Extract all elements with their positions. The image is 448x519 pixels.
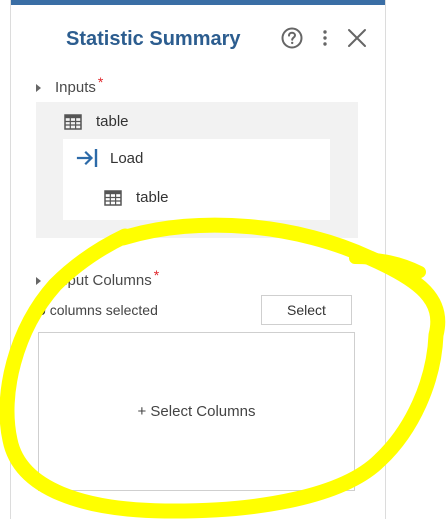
required-marker: * <box>153 266 160 283</box>
required-marker: * <box>97 73 104 90</box>
help-circle-icon[interactable] <box>281 27 303 49</box>
table-grid-icon <box>104 189 122 206</box>
select-columns-area[interactable]: + Select Columns <box>38 332 355 491</box>
load-table-label: table <box>136 189 169 206</box>
input-table-row[interactable]: table <box>64 113 129 130</box>
load-label: Load <box>110 149 144 167</box>
columns-selected-text: columns selected <box>49 302 158 318</box>
panel-right-border <box>385 0 386 519</box>
inputs-section-toggle[interactable]: Inputs * <box>36 74 103 96</box>
table-grid-icon <box>64 113 82 130</box>
columns-selected-status: 0 columns selected <box>38 302 158 318</box>
caret-right-icon <box>36 276 41 285</box>
panel-accent-bar <box>11 0 385 5</box>
select-columns-button[interactable]: Select <box>261 295 352 325</box>
input-table-label: table <box>96 113 129 130</box>
panel-left-border <box>10 0 11 519</box>
input-columns-section-toggle[interactable]: Input Columns * <box>36 267 159 289</box>
close-icon[interactable] <box>346 27 368 49</box>
more-vertical-icon[interactable] <box>318 27 332 49</box>
select-columns-link[interactable]: + Select Columns <box>138 403 256 420</box>
statistic-summary-panel: Statistic Summary Inputs * table Load ta… <box>0 0 448 519</box>
load-table-row[interactable]: table <box>104 189 169 206</box>
inputs-label: Inputs <box>55 79 96 96</box>
load-node-row[interactable]: Load <box>76 147 143 169</box>
panel-title: Statistic Summary <box>66 28 241 50</box>
load-arrow-icon <box>76 147 100 169</box>
columns-selected-count: 0 <box>38 302 46 318</box>
caret-right-icon <box>36 83 41 92</box>
input-columns-label: Input Columns <box>55 272 152 289</box>
